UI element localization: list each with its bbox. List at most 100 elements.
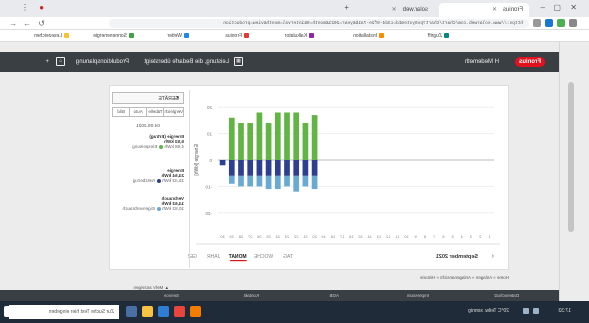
browser-tab[interactable]: solar.web ✕ — [354, 3, 434, 17]
bookmark[interactable]: Sonnenenergie — [93, 33, 134, 39]
extension-icon[interactable] — [557, 19, 565, 27]
bar[interactable] — [247, 175, 254, 187]
bar[interactable] — [228, 175, 235, 184]
bar[interactable] — [228, 160, 235, 176]
brand-logo[interactable]: Fronius — [515, 57, 545, 67]
home-icon[interactable]: ⌂ — [56, 57, 65, 66]
period-tab-jahr[interactable]: JAHR — [207, 254, 220, 260]
browser-tab-active[interactable]: Fronius ✕ — [439, 3, 529, 17]
reload-icon[interactable]: ↻ — [38, 19, 45, 28]
clock[interactable]: 17:33 — [558, 308, 571, 314]
bar[interactable] — [284, 112, 290, 160]
forward-icon[interactable]: → — [23, 19, 31, 28]
header-link[interactable]: Leistung, die Bedarfe übersteigt — [144, 59, 229, 65]
legend-dot-icon — [156, 178, 161, 183]
view-button[interactable]: Bild — [113, 108, 129, 116]
bar[interactable] — [311, 175, 318, 190]
bar[interactable] — [293, 112, 300, 160]
bar[interactable] — [238, 160, 244, 176]
bookmark[interactable]: Zugriff — [428, 33, 449, 39]
footer-link[interactable]: Datenschutz — [494, 293, 519, 298]
bar[interactable] — [274, 160, 281, 176]
legend-dot-icon — [156, 206, 161, 211]
extension-icon[interactable] — [545, 19, 553, 27]
back-icon[interactable]: ← — [9, 19, 17, 28]
period-tab-woche[interactable]: WOCHE — [253, 254, 273, 260]
view-button[interactable]: Vergleich — [163, 108, 183, 116]
bar[interactable] — [256, 160, 263, 176]
breadcrumb-text[interactable]: Home » Anlagen » Anlagenansicht » Histor… — [420, 275, 509, 280]
close-tab-icon[interactable]: ✕ — [392, 7, 397, 13]
bar[interactable] — [238, 123, 244, 160]
bar[interactable] — [302, 160, 309, 176]
bookmark[interactable]: Wetter — [167, 33, 189, 39]
task-view-icon[interactable] — [126, 306, 137, 317]
view-button[interactable]: Auto — [129, 108, 147, 116]
app-icon[interactable] — [190, 306, 201, 317]
period-tab-monat[interactable]: MONAT — [229, 254, 247, 260]
bar[interactable] — [247, 160, 254, 176]
chrome-icon[interactable] — [174, 306, 185, 317]
header-link[interactable]: Produktionsplanung — [76, 59, 129, 65]
footer-link[interactable]: AGB — [329, 293, 339, 298]
footer-link[interactable]: Impressum — [407, 293, 429, 298]
bar[interactable] — [274, 175, 281, 190]
profile-icon[interactable] — [569, 19, 577, 27]
bar[interactable] — [265, 123, 272, 160]
bar[interactable] — [265, 175, 272, 190]
bookmark[interactable]: Installation — [353, 33, 384, 39]
summary-date: 04.09.2021 — [136, 124, 161, 129]
menu-icon[interactable]: ⋮ — [21, 3, 29, 12]
edge-icon[interactable] — [158, 306, 169, 317]
footer-link[interactable]: Kontakt — [244, 293, 259, 298]
weather-label[interactable]: 20°C Teilw. sonnig — [468, 308, 509, 314]
bar[interactable] — [284, 175, 290, 187]
url-input[interactable]: https://www.solarweb.com/Chart/Chart?pvS… — [109, 19, 529, 28]
bar[interactable] — [274, 112, 281, 160]
volume-icon[interactable] — [533, 308, 539, 314]
scrollbar-thumb[interactable] — [568, 82, 574, 232]
view-button[interactable]: Tabelle — [146, 108, 164, 116]
network-icon[interactable] — [523, 308, 529, 314]
summary-consumption: Energie 24,54 kWh 15,43 kWh Netzbezug — [112, 168, 184, 183]
bar[interactable] — [302, 175, 309, 187]
extension-icon[interactable]: ● — [39, 3, 44, 12]
bar[interactable] — [284, 160, 290, 176]
x-tick-label: 19 — [321, 234, 326, 239]
bookmark[interactable]: Kalkulator — [285, 33, 314, 39]
bar[interactable] — [228, 117, 235, 160]
bar[interactable] — [256, 175, 263, 187]
taskbar-search[interactable]: Zur Suche Text hier eingeben — [9, 305, 119, 319]
bar[interactable] — [256, 112, 263, 160]
bookmark[interactable]: Lesezeichen — [34, 33, 69, 39]
star-icon[interactable] — [533, 19, 541, 27]
device-select[interactable]: GERÄTE ▾ — [112, 92, 184, 104]
bar[interactable] — [219, 160, 226, 166]
energy-chart[interactable]: 1234567891011121314151617181920212223242… — [188, 86, 508, 271]
bar[interactable] — [265, 160, 272, 176]
bar[interactable] — [293, 175, 300, 192]
bar[interactable] — [311, 160, 318, 176]
period-tab-tag[interactable]: TAG — [283, 254, 293, 260]
bar[interactable] — [302, 123, 309, 160]
explorer-icon[interactable] — [142, 306, 153, 317]
user-name[interactable]: H Medemeth — [465, 59, 499, 65]
footer-link[interactable]: Service — [164, 293, 179, 298]
page-scrollbar[interactable] — [559, 42, 589, 301]
x-axis: 1234567891011121314151617181920212223242… — [220, 234, 491, 239]
window-minimize-icon[interactable]: – — [541, 3, 545, 12]
close-tab-icon[interactable]: ✕ — [492, 7, 497, 13]
x-tick-label: 10 — [404, 234, 409, 239]
add-icon[interactable]: + — [45, 59, 49, 65]
bar[interactable] — [238, 175, 244, 187]
tab-label: Fronius — [502, 7, 523, 13]
window-maximize-icon[interactable]: ▢ — [553, 3, 561, 12]
window-close-icon[interactable]: ✕ — [570, 3, 577, 12]
x-tick-label: 16 — [348, 234, 353, 239]
bar[interactable] — [247, 123, 254, 160]
bar[interactable] — [293, 160, 300, 176]
new-tab-icon[interactable]: + — [344, 3, 349, 12]
bar[interactable] — [311, 115, 318, 160]
x-tick-label: 1 — [488, 234, 491, 239]
bookmark[interactable]: Fronius — [225, 33, 249, 39]
